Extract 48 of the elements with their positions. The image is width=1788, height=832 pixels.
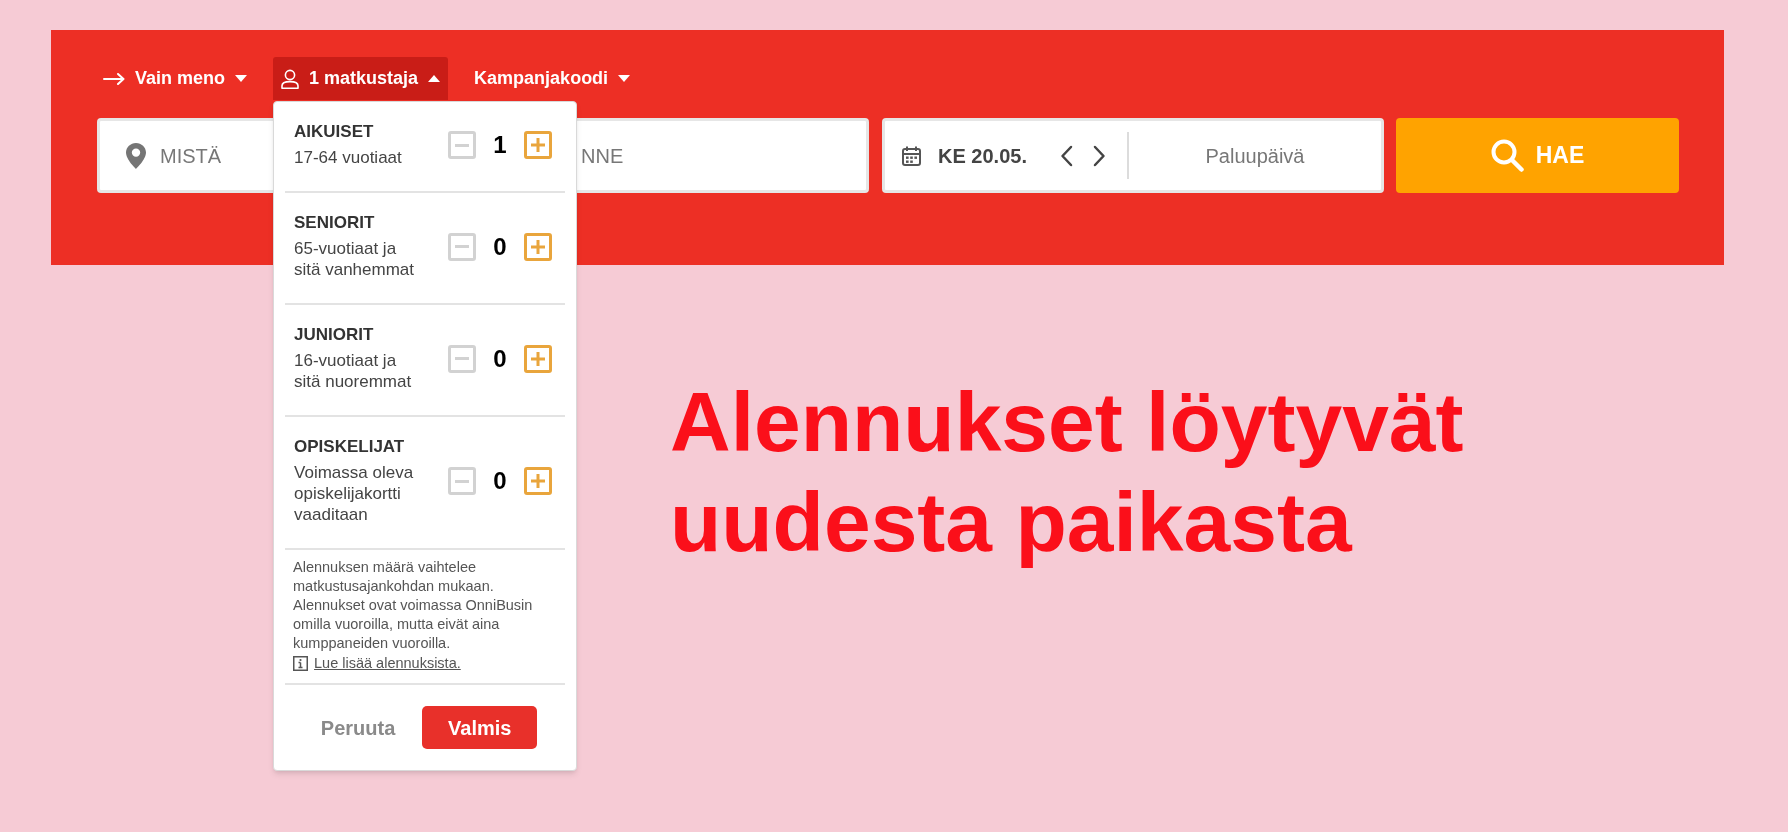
to-placeholder: NNE <box>581 143 624 169</box>
search-icon <box>1490 139 1524 172</box>
passenger-group-description: 16-vuotiaat ja sitä nuoremmat <box>294 350 413 392</box>
chevron-left-icon[interactable] <box>1059 144 1073 167</box>
plus-icon <box>531 138 546 152</box>
passenger-group-title: JUNIORIT <box>294 325 375 345</box>
caret-up-icon <box>428 75 441 82</box>
trip-option-button[interactable]: Kampanjakoodi <box>466 57 639 100</box>
discount-info-link[interactable]: Lue lisää alennuksista. <box>314 654 461 673</box>
increase-button[interactable] <box>524 232 553 261</box>
plus-icon <box>531 351 546 366</box>
headline: Alennukset löytyvät uudesta paikasta <box>670 374 1465 571</box>
arrow-right-icon <box>103 72 125 85</box>
plus-icon <box>531 474 546 488</box>
passenger-group-title: AIKUISET <box>294 122 375 142</box>
cancel-button[interactable]: Peruuta <box>312 706 404 749</box>
trip-option-button[interactable]: Vain meno <box>95 57 256 100</box>
chevron-right-icon[interactable] <box>1092 144 1106 167</box>
plus-icon <box>531 239 546 254</box>
passenger-count: 0 <box>492 466 508 496</box>
done-button[interactable]: Valmis <box>422 706 538 749</box>
date-value: KE 20.05. <box>938 143 1027 169</box>
discount-note: Alennuksen määrä vaihtelee matkustusajankohdan mukaan. Alennukset ovat voimassa OnniBusin omilla vuoroilla, mutta eivät aina kumppaneiden vuoroilla. <box>293 558 534 653</box>
minus-icon <box>455 143 470 147</box>
passenger-group-title: OPISKELIJAT <box>294 437 406 457</box>
passenger-count: 0 <box>492 343 508 374</box>
passenger-count: 1 <box>492 130 508 160</box>
info-icon <box>293 656 309 671</box>
minus-icon <box>455 479 470 483</box>
increase-button[interactable] <box>524 131 553 159</box>
minus-icon <box>455 357 470 360</box>
passenger-group-description: 65-vuotiaat ja sitä vanhemmat <box>294 238 416 280</box>
passenger-count: 0 <box>492 231 508 262</box>
date-field[interactable]: KE 20.05. Paluupäivä <box>882 118 1384 193</box>
trip-option-button[interactable]: 1 matkustaja <box>273 57 449 100</box>
passenger-group-title: SENIORIT <box>294 213 376 233</box>
caret-down-icon <box>235 75 248 82</box>
minus-icon <box>455 245 470 248</box>
from-placeholder: MISTÄ <box>160 143 222 169</box>
calendar-icon <box>902 145 921 166</box>
passenger-group-description: 17-64 vuotiaat <box>294 147 403 168</box>
location-pin-icon <box>126 142 146 169</box>
increase-button[interactable] <box>524 467 553 495</box>
increase-button[interactable] <box>524 344 553 373</box>
caret-down-icon <box>618 75 631 82</box>
return-date-placeholder[interactable]: Paluupäivä <box>1205 140 1305 171</box>
passenger-group-description: Voimassa oleva opiskelijakortti vaaditaan <box>294 462 415 525</box>
person-icon <box>281 68 300 89</box>
